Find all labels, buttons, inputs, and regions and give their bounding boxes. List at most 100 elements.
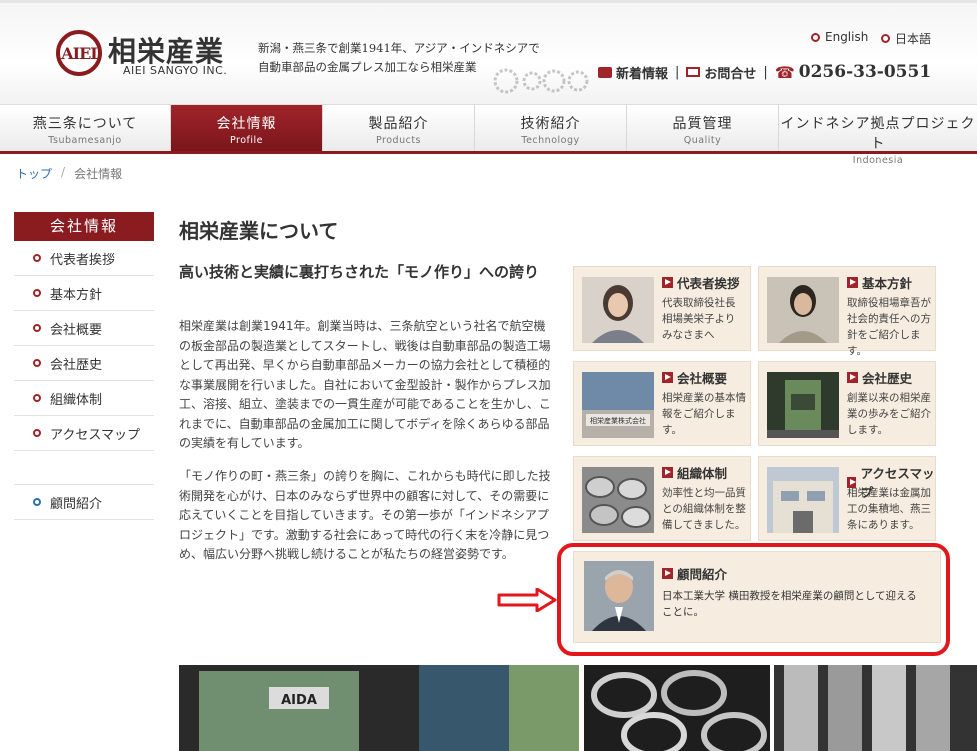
- card-greeting[interactable]: 代表者挨拶 代表取締役社長 相場美栄子より みなさまへ: [573, 266, 751, 351]
- news-icon: [598, 66, 612, 78]
- sidebar-title: 会社情報: [14, 212, 154, 241]
- play-arrow-icon: [662, 467, 673, 478]
- sidebar-item-policy[interactable]: 基本方針: [14, 276, 154, 311]
- sidebar-item-history[interactable]: 会社歴史: [14, 346, 154, 381]
- card-title-label: 組織体制: [677, 466, 728, 481]
- circle-bullet-icon: [881, 34, 890, 43]
- sidebar-item-organization[interactable]: 組織体制: [14, 381, 154, 416]
- lang-english-link[interactable]: English: [811, 30, 868, 44]
- breadcrumb-current: 会社情報: [74, 167, 123, 181]
- card-text: 取締役相場章吾が社会的責任への方針をご紹介します。: [847, 297, 931, 357]
- phone-icon: ☎: [774, 62, 795, 82]
- card-text: 相栄産業は金属加工の集積地、燕三条にあります。: [847, 487, 931, 531]
- sidebar-item-advisor[interactable]: 顧問紹介: [14, 485, 154, 520]
- logo-mark-text: AIEI: [61, 43, 98, 63]
- nav-item-quality[interactable]: 品質管理 Quality: [627, 105, 779, 151]
- nav-label-en: Products: [375, 135, 422, 146]
- nav-label-en: Profile: [229, 135, 264, 146]
- president-photo: [582, 277, 654, 343]
- nav-item-indonesia[interactable]: インドネシア拠点プロジェクト Indonesia: [779, 105, 977, 166]
- sidebar-item-label: 代表者挨拶: [50, 252, 116, 268]
- gears-decoration-icon: [493, 68, 589, 94]
- circle-bullet-icon: [33, 394, 41, 402]
- sidebar-menu: 代表者挨拶 基本方針 会社概要 会社歴史 組織体制 アクセスマップ: [14, 241, 154, 451]
- nav-label-ja: 会社情報: [216, 116, 277, 132]
- card-title-label: 会社歴史: [862, 371, 913, 386]
- sidebar-item-overview[interactable]: 会社概要: [14, 311, 154, 346]
- sidebar-item-access-map[interactable]: アクセスマップ: [14, 416, 154, 451]
- card-title: 会社歴史: [847, 368, 912, 387]
- play-arrow-icon: [662, 277, 673, 288]
- header-links: 新着情報 | お問合せ | ☎ 0256-33-0551: [598, 62, 931, 82]
- metal-parts-photo: [582, 467, 654, 533]
- sidebar-item-label: 組織体制: [50, 392, 103, 408]
- site-header: AIEI 相栄産業 AIEI SANGYO INC. 新潟・燕三条で創業1941…: [0, 0, 977, 105]
- play-arrow-icon: [662, 372, 673, 383]
- play-arrow-icon: [847, 277, 858, 288]
- sidebar-item-label: アクセスマップ: [50, 427, 140, 443]
- card-access-map[interactable]: アクセスマップ 相栄産業は金属加工の集積地、燕三条にあります。: [758, 456, 936, 541]
- breadcrumb-separator: /: [61, 165, 66, 179]
- building-sign-text: 相栄産業株式会社: [590, 416, 646, 425]
- nav-label-ja: 品質管理: [672, 116, 733, 132]
- nav-label-en: Indonesia: [852, 155, 904, 166]
- play-arrow-icon: [847, 372, 858, 383]
- nav-item-tsubamesanjo[interactable]: 燕三条について Tsubamesanjo: [0, 105, 171, 151]
- circle-bullet-icon: [33, 254, 41, 262]
- circle-bullet-icon: [33, 289, 41, 297]
- sidebar-item-label: 会社歴史: [50, 357, 103, 373]
- card-title-label: 代表者挨拶: [677, 276, 740, 291]
- card-overview[interactable]: 相栄産業株式会社 会社概要 相栄産業の基本情報をご紹介します。: [573, 361, 751, 446]
- intro-paragraph-1: 相栄産業は創業1941年。創業当時は、三条航空という社名で航空機の板金部品の製造…: [179, 319, 551, 450]
- page-title: 相栄産業について: [179, 219, 339, 243]
- news-link[interactable]: 新着情報: [616, 63, 668, 82]
- nav-label-en: Quality: [683, 135, 722, 146]
- nav-item-technology[interactable]: 技術紹介 Technology: [475, 105, 627, 151]
- director-photo: [767, 277, 839, 343]
- circle-bullet-icon: [33, 324, 41, 332]
- card-title: 基本方針: [847, 273, 912, 292]
- card-title: 組織体制: [662, 463, 727, 482]
- sidebar-item-greeting[interactable]: 代表者挨拶: [14, 241, 154, 276]
- metal-parts-banner-photo: [584, 665, 770, 751]
- factory-press-photo: [767, 372, 839, 438]
- tagline-line-1: 新潟・燕三条で創業1941年、アジア・インドネシアで: [258, 41, 540, 55]
- nav-label-ja: インドネシア拠点プロジェクト: [780, 116, 976, 152]
- lead-heading: 高い技術と実績に裏打ちされた「モノ作り」への誇り: [179, 263, 540, 281]
- card-text: 効率性と均一品質との組織体制を整備してきました。: [662, 487, 746, 531]
- card-title-label: 会社概要: [677, 371, 728, 386]
- header-top-line: [0, 0, 977, 3]
- red-arrow-icon: [497, 588, 557, 612]
- lang-english-label: English: [825, 30, 869, 44]
- card-organization[interactable]: 組織体制 効率性と均一品質との組織体制を整備してきました。: [573, 456, 751, 541]
- sidebar-item-label: 顧問紹介: [50, 496, 103, 512]
- circle-bullet-icon: [33, 429, 41, 437]
- nav-item-products[interactable]: 製品紹介 Products: [323, 105, 475, 151]
- header-separator: |: [675, 64, 680, 80]
- company-sign-photo: 相栄産業株式会社: [582, 372, 654, 438]
- card-policy[interactable]: 基本方針 取締役相場章吾が社会的責任への方針をご紹介します。: [758, 266, 936, 357]
- contact-link[interactable]: お問合せ: [704, 63, 756, 82]
- company-logo-icon[interactable]: AIEI: [56, 30, 102, 76]
- lang-japanese-link[interactable]: 日本語: [881, 30, 931, 47]
- company-name-en: AIEI SANGYO INC.: [123, 64, 228, 77]
- phone-number[interactable]: 0256-33-0551: [799, 62, 931, 82]
- card-text: 創業以来の相栄産業の歩みをご紹介します。: [847, 392, 931, 436]
- sidebar-item-label: 基本方針: [50, 287, 103, 303]
- breadcrumb: トップ / 会社情報: [16, 165, 122, 182]
- card-title: 会社概要: [662, 368, 727, 387]
- circle-bullet-icon: [33, 359, 41, 367]
- breadcrumb-home-link[interactable]: トップ: [16, 165, 52, 182]
- factory-press-banner-photo: AIDA: [179, 665, 579, 751]
- header-separator: |: [763, 64, 768, 80]
- sidebar-extra: 顧問紹介: [14, 484, 154, 520]
- circle-bullet-icon: [811, 32, 820, 42]
- sidebar-item-label: 会社概要: [50, 322, 103, 338]
- nav-item-profile[interactable]: 会社情報 Profile: [171, 105, 323, 151]
- card-title: 代表者挨拶: [662, 273, 740, 292]
- card-history[interactable]: 会社歴史 創業以来の相栄産業の歩みをご紹介します。: [758, 361, 936, 446]
- nav-label-ja: 燕三条について: [32, 116, 138, 132]
- card-text: 代表取締役社長 相場美栄子より みなさまへ: [662, 297, 736, 341]
- nav-label-ja: 製品紹介: [368, 116, 429, 132]
- nav-label-en: Technology: [521, 135, 580, 146]
